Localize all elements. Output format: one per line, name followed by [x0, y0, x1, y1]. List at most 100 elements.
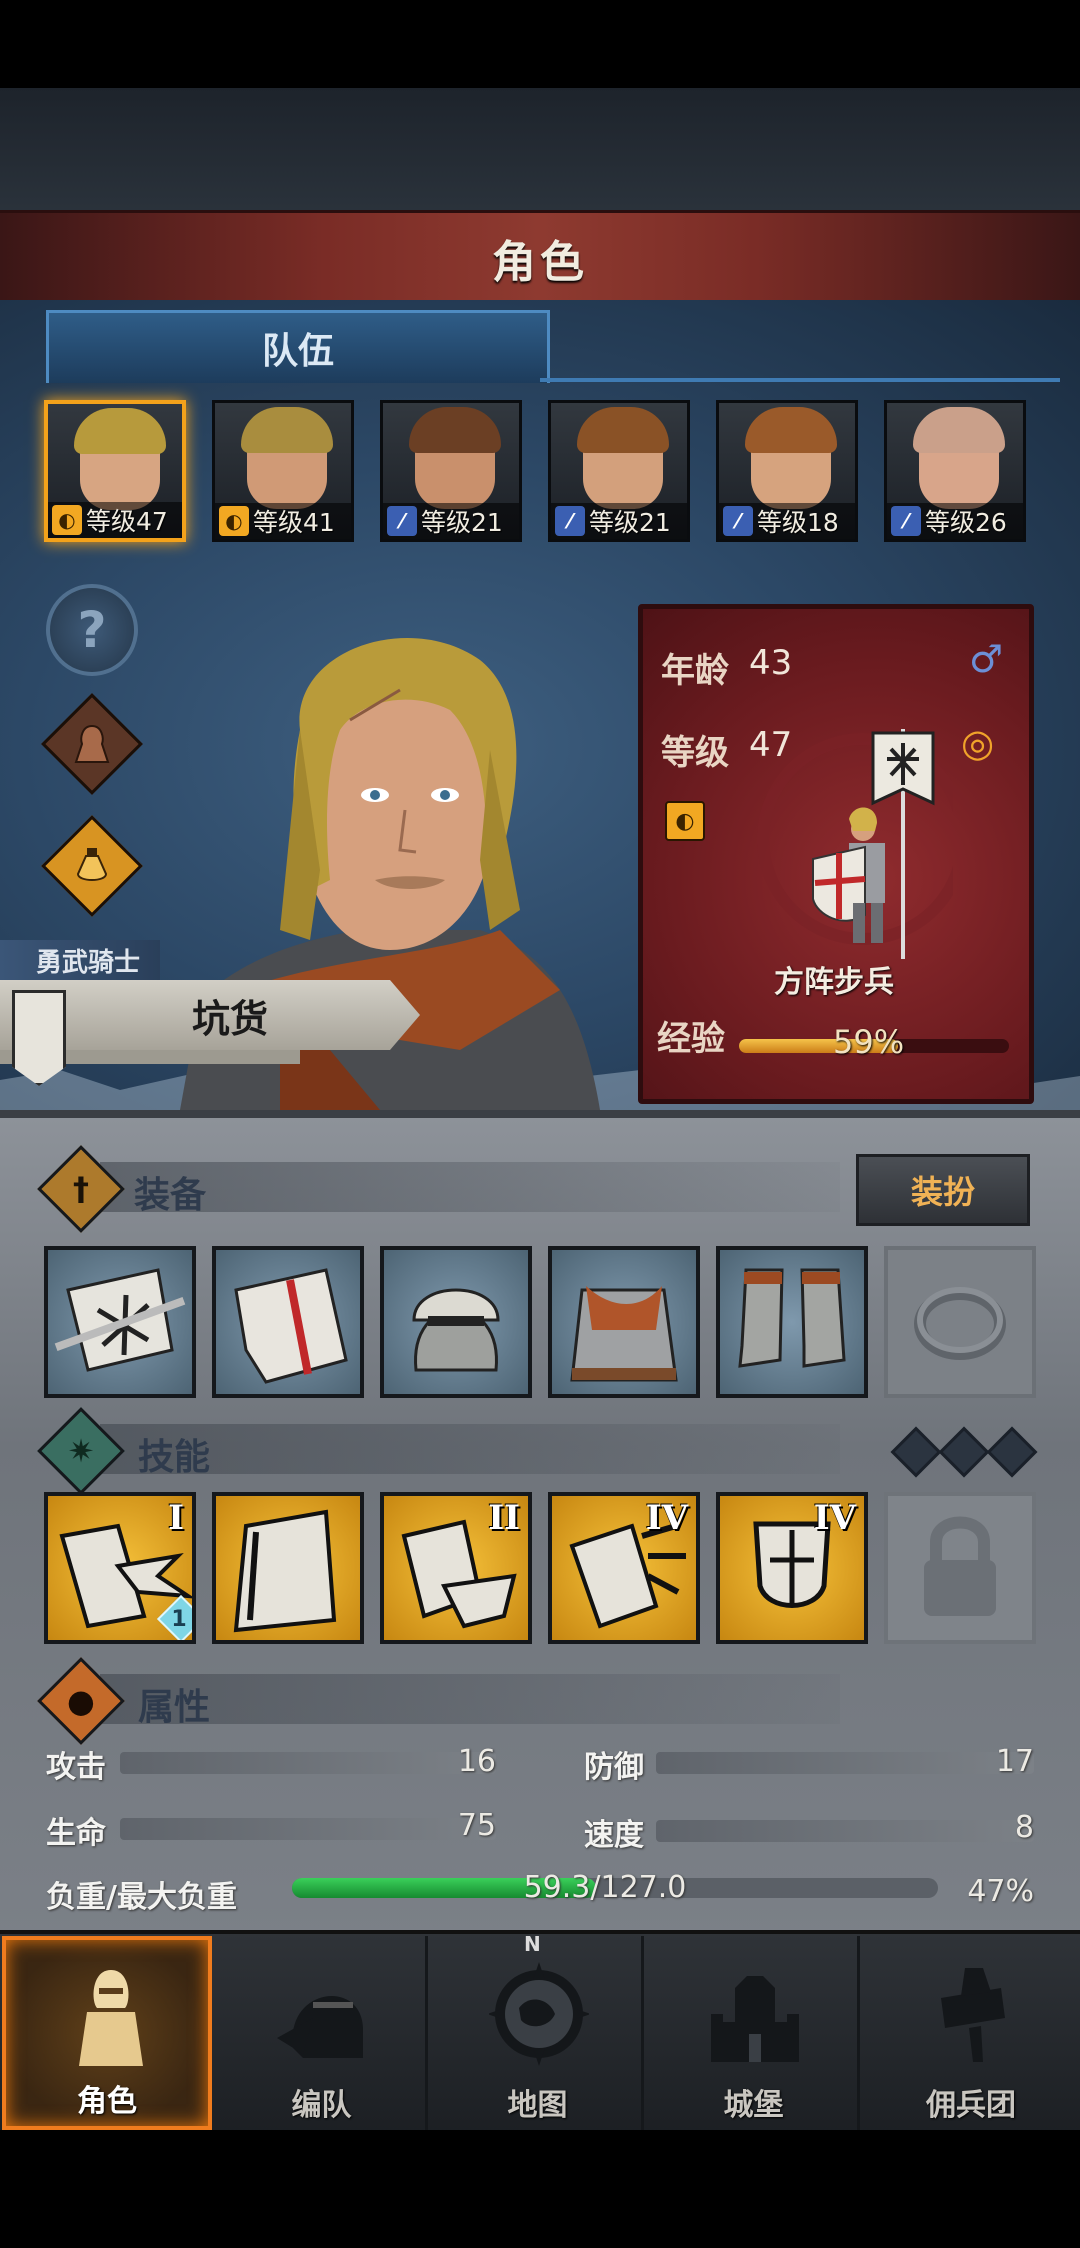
hair	[409, 407, 501, 453]
helmet-icon	[412, 1288, 500, 1372]
tab-team[interactable]: 队伍	[46, 310, 550, 383]
helmet-icon	[277, 1995, 363, 2058]
nav-formation[interactable]: 编队	[218, 1936, 428, 2130]
nav-map[interactable]: N 地图	[434, 1932, 644, 2130]
knight-icon	[79, 1970, 143, 2066]
level-text: 等级41	[253, 508, 335, 537]
shield-icon: ◐	[52, 505, 82, 535]
sword-icon: ⁄	[387, 506, 417, 536]
skill-slot-4[interactable]: IV	[548, 1492, 700, 1644]
nav-label: 城堡	[723, 2088, 784, 2123]
level-badge: ⁄ 等级21	[551, 503, 687, 539]
shield-wall-icon	[233, 1509, 337, 1633]
equip-slot-helmet[interactable]	[380, 1246, 532, 1398]
compass-icon	[489, 1962, 589, 2066]
level-badge: ⁄ 等级26	[887, 503, 1023, 539]
skill-rank: IV	[645, 1498, 688, 1538]
hair	[74, 408, 166, 454]
level-badge: ⁄ 等级18	[719, 503, 855, 539]
status-bar-area	[0, 0, 1080, 88]
banner-icon	[54, 1268, 186, 1372]
potion-button[interactable]	[41, 815, 143, 917]
section-bar	[100, 1424, 840, 1474]
nav-label: 编队	[291, 2088, 352, 2123]
skill-slot-locked[interactable]	[884, 1492, 1036, 1644]
mercenary-icon	[941, 1968, 1005, 2062]
class-label: 勇武骑士	[0, 940, 160, 980]
hp-value: 75	[457, 1808, 496, 1843]
team-member-3[interactable]: ⁄ 等级21	[380, 400, 522, 542]
level-text: 等级26	[925, 508, 1007, 537]
unit-type-label: 方阵步兵	[774, 965, 894, 1000]
team-member-2[interactable]: ◐ 等级41	[212, 400, 354, 542]
nav-label: 地图	[507, 2088, 568, 2123]
section-bar	[100, 1674, 840, 1724]
attributes-title: 属性	[138, 1687, 211, 1728]
team-member-6[interactable]: ⁄ 等级26	[884, 400, 1026, 542]
skill-rank: IV	[813, 1498, 856, 1538]
skill-slot-5[interactable]: IV	[716, 1492, 868, 1644]
load-percent: 47%	[967, 1874, 1034, 1909]
skill-slot-2[interactable]	[212, 1492, 364, 1644]
boots-icon	[738, 1268, 846, 1368]
team-member-1[interactable]: ◐ 等级47	[44, 400, 186, 542]
sword-icon: ⁄	[555, 506, 585, 536]
compass-north-label: N	[524, 1932, 541, 1956]
equipment-title: 装备	[134, 1175, 207, 1216]
equip-slot-banner[interactable]	[44, 1246, 196, 1398]
nav-castle[interactable]: 城堡	[650, 1936, 860, 2130]
speed-label: 速度	[584, 1818, 644, 1853]
hp-label: 生命	[46, 1816, 106, 1851]
hair	[241, 407, 333, 453]
class-label-text: 勇武骑士	[36, 947, 141, 978]
equip-slot-armor[interactable]	[548, 1246, 700, 1398]
banner-flag-icon[interactable]	[12, 990, 66, 1086]
hero-name: 坑货	[191, 996, 268, 1041]
equip-slot-shield[interactable]	[212, 1246, 364, 1398]
age-value: 43	[749, 643, 793, 683]
gear-button[interactable]	[41, 693, 143, 795]
skill-rank: I	[168, 1498, 184, 1538]
level-badge: ◐ 等级41	[215, 503, 351, 539]
load-value: 59.3/127.0	[523, 1870, 687, 1905]
page-title: 角色	[492, 237, 588, 288]
equip-slot-ring[interactable]	[884, 1246, 1036, 1398]
shield-icon	[234, 1268, 348, 1384]
header-spacer	[0, 88, 1080, 210]
speed-value: 8	[1014, 1810, 1034, 1845]
dress-up-label: 装扮	[910, 1173, 975, 1211]
dress-up-button[interactable]: 装扮	[856, 1154, 1030, 1226]
castle-icon	[711, 1976, 799, 2062]
question-icon: ?	[77, 601, 107, 659]
hair	[577, 407, 669, 453]
potion-icon	[46, 820, 138, 912]
level-text: 等级21	[421, 508, 503, 537]
load-label: 负重/最大负重	[46, 1880, 237, 1915]
nav-label: 佣兵团	[926, 2088, 1016, 2123]
age-label: 年龄	[661, 651, 729, 691]
level-text: 等级18	[757, 508, 839, 537]
star-icon: ✷	[67, 1432, 95, 1470]
nav-character[interactable]: 角色	[2, 1936, 212, 2130]
level-badge: ◐ 等级47	[48, 502, 182, 538]
help-button[interactable]: ?	[46, 584, 138, 676]
team-member-4[interactable]: ⁄ 等级21	[548, 400, 690, 542]
skill-slot-1[interactable]: I 1	[44, 1492, 196, 1644]
defense-label: 防御	[584, 1750, 644, 1785]
equip-slot-boots[interactable]	[716, 1246, 868, 1398]
skill-rank: II	[488, 1498, 520, 1538]
team-member-5[interactable]: ⁄ 等级18	[716, 400, 858, 542]
hero-info-panel: 年龄 43 ♂ 等级 47 ◎ ◐ 方阵步兵 经验 59%	[638, 604, 1034, 1104]
level-badge: ⁄ 等级21	[383, 503, 519, 539]
rings-icon[interactable]: ◎	[961, 721, 994, 765]
nav-mercenary[interactable]: 佣兵团	[866, 1936, 1076, 2130]
sword-icon: †	[73, 1170, 89, 1208]
sword-icon: ⁄	[891, 506, 921, 536]
shield-icon: ◐	[219, 506, 249, 536]
level-text: 等级47	[86, 507, 168, 536]
nav-label: 角色	[77, 2084, 137, 2119]
skill-slot-3[interactable]: II	[380, 1492, 532, 1644]
male-icon: ♂	[969, 637, 1004, 681]
system-nav-area	[0, 2130, 1080, 2248]
hooded-figure-icon	[46, 698, 138, 790]
